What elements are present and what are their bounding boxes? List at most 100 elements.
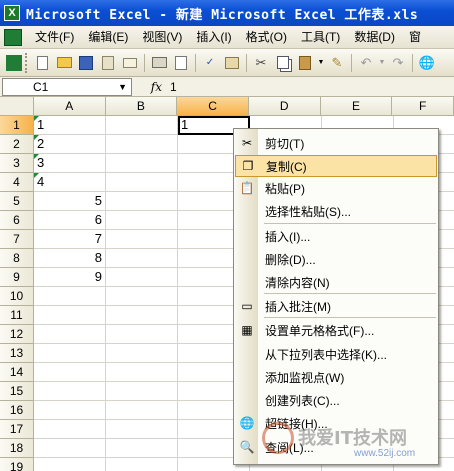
context-menu-item[interactable]: ▦ 设置单元格格式(F)... — [235, 319, 437, 341]
workbook-icon[interactable] — [4, 28, 22, 46]
cell-a4[interactable]: 4 — [34, 173, 106, 192]
paste-icon[interactable] — [295, 53, 315, 73]
cell-b9[interactable] — [106, 268, 178, 287]
undo-icon[interactable]: ↶ — [356, 53, 376, 73]
cell-a5[interactable]: 5 — [34, 192, 106, 211]
menu-data[interactable]: 数据(D) — [347, 27, 402, 47]
cut-icon[interactable]: ✂ — [251, 53, 271, 73]
cell-b19[interactable] — [106, 458, 178, 471]
row-header[interactable]: 2 — [0, 135, 34, 154]
row-header[interactable]: 12 — [0, 325, 34, 344]
context-menu-item[interactable]: ✂ 剪切(T) — [235, 132, 437, 154]
row-header[interactable]: 19 — [0, 458, 34, 471]
row-header[interactable]: 4 — [0, 173, 34, 192]
row-header[interactable]: 5 — [0, 192, 34, 211]
cell-a15[interactable] — [34, 382, 106, 401]
permission-icon[interactable] — [98, 53, 118, 73]
new-icon[interactable] — [32, 53, 52, 73]
cell-b15[interactable] — [106, 382, 178, 401]
row-header[interactable]: 11 — [0, 306, 34, 325]
cell-a16[interactable] — [34, 401, 106, 420]
cell-b2[interactable] — [106, 135, 178, 154]
spelling-icon[interactable]: ✓ — [200, 53, 220, 73]
preview-icon[interactable] — [171, 53, 191, 73]
menu-window[interactable]: 窗 — [402, 27, 428, 47]
email-icon[interactable] — [120, 53, 140, 73]
cell-a10[interactable] — [34, 287, 106, 306]
hyperlink-icon[interactable]: 🌐 — [417, 53, 437, 73]
cell-b16[interactable] — [106, 401, 178, 420]
cell-b8[interactable] — [106, 249, 178, 268]
menu-view[interactable]: 视图(V) — [135, 27, 189, 47]
column-header-c[interactable]: C — [177, 97, 249, 116]
row-header[interactable]: 10 — [0, 287, 34, 306]
menu-tools[interactable]: 工具(T) — [294, 27, 347, 47]
cell-a18[interactable] — [34, 439, 106, 458]
chevron-down-icon[interactable]: ▼ — [118, 82, 127, 92]
column-header-a[interactable]: A — [33, 97, 106, 116]
insert-function-icon[interactable]: fx — [132, 80, 168, 94]
cell-a2[interactable]: 2 — [34, 135, 106, 154]
cell-a3[interactable]: 3 — [34, 154, 106, 173]
cell-b13[interactable] — [106, 344, 178, 363]
cell-a11[interactable] — [34, 306, 106, 325]
toolbar-grip[interactable] — [25, 52, 28, 73]
context-menu-item[interactable]: ❐ 复制(C) — [235, 155, 437, 177]
context-menu-item[interactable]: 📋 粘贴(P) — [235, 177, 437, 199]
cell-a8[interactable]: 8 — [34, 249, 106, 268]
row-header[interactable]: 1 — [0, 116, 34, 135]
cell-b1[interactable] — [106, 116, 178, 135]
context-menu-item[interactable]: 清除内容(N) — [235, 271, 437, 293]
context-menu-item[interactable]: 插入(I)... — [235, 225, 437, 247]
column-header-e[interactable]: E — [320, 97, 393, 116]
chevron-down-icon[interactable]: ▼ — [378, 53, 386, 73]
menu-file[interactable]: 文件(F) — [28, 27, 81, 47]
row-header[interactable]: 18 — [0, 439, 34, 458]
row-header[interactable]: 6 — [0, 211, 34, 230]
cell-a9[interactable]: 9 — [34, 268, 106, 287]
row-header[interactable]: 7 — [0, 230, 34, 249]
chevron-down-icon[interactable]: ▼ — [317, 53, 325, 73]
name-box[interactable]: C1 ▼ — [2, 77, 132, 96]
app-icon[interactable] — [4, 53, 24, 73]
context-menu-item[interactable]: 创建列表(C)... — [235, 389, 437, 411]
cell-b5[interactable] — [106, 192, 178, 211]
context-menu-item[interactable]: ▭ 插入批注(M) — [235, 295, 437, 317]
cell-a1[interactable]: 1 — [34, 116, 106, 135]
cell-b18[interactable] — [106, 439, 178, 458]
cell-a13[interactable] — [34, 344, 106, 363]
context-menu-item[interactable]: 选择性粘贴(S)... — [235, 200, 437, 222]
cell-b7[interactable] — [106, 230, 178, 249]
format-painter-icon[interactable]: ✎ — [327, 53, 347, 73]
cell-a17[interactable] — [34, 420, 106, 439]
excel-app-icon[interactable]: X — [4, 5, 20, 21]
cell-b10[interactable] — [106, 287, 178, 306]
formula-input[interactable]: 1 — [168, 78, 454, 96]
row-header[interactable]: 8 — [0, 249, 34, 268]
cell-b17[interactable] — [106, 420, 178, 439]
row-header[interactable]: 3 — [0, 154, 34, 173]
redo-icon[interactable]: ↷ — [388, 53, 408, 73]
cell-a6[interactable]: 6 — [34, 211, 106, 230]
cell-a19[interactable] — [34, 458, 106, 471]
context-menu-item[interactable]: 删除(D)... — [235, 248, 437, 270]
cell-b6[interactable] — [106, 211, 178, 230]
row-header[interactable]: 14 — [0, 363, 34, 382]
cell-a12[interactable] — [34, 325, 106, 344]
print-icon[interactable] — [149, 53, 169, 73]
cell-b12[interactable] — [106, 325, 178, 344]
copy-icon[interactable] — [273, 53, 293, 73]
cell-b3[interactable] — [106, 154, 178, 173]
row-header[interactable]: 17 — [0, 420, 34, 439]
row-header[interactable]: 13 — [0, 344, 34, 363]
context-menu-item[interactable]: 从下拉列表中选择(K)... — [235, 343, 437, 365]
cell-a14[interactable] — [34, 363, 106, 382]
row-header[interactable]: 15 — [0, 382, 34, 401]
row-header[interactable]: 9 — [0, 268, 34, 287]
select-all-corner[interactable] — [0, 97, 34, 116]
menu-format[interactable]: 格式(O) — [239, 27, 294, 47]
research-icon[interactable] — [222, 53, 242, 73]
cell-b4[interactable] — [106, 173, 178, 192]
menu-edit[interactable]: 编辑(E) — [81, 27, 135, 47]
column-header-f[interactable]: F — [392, 97, 454, 116]
